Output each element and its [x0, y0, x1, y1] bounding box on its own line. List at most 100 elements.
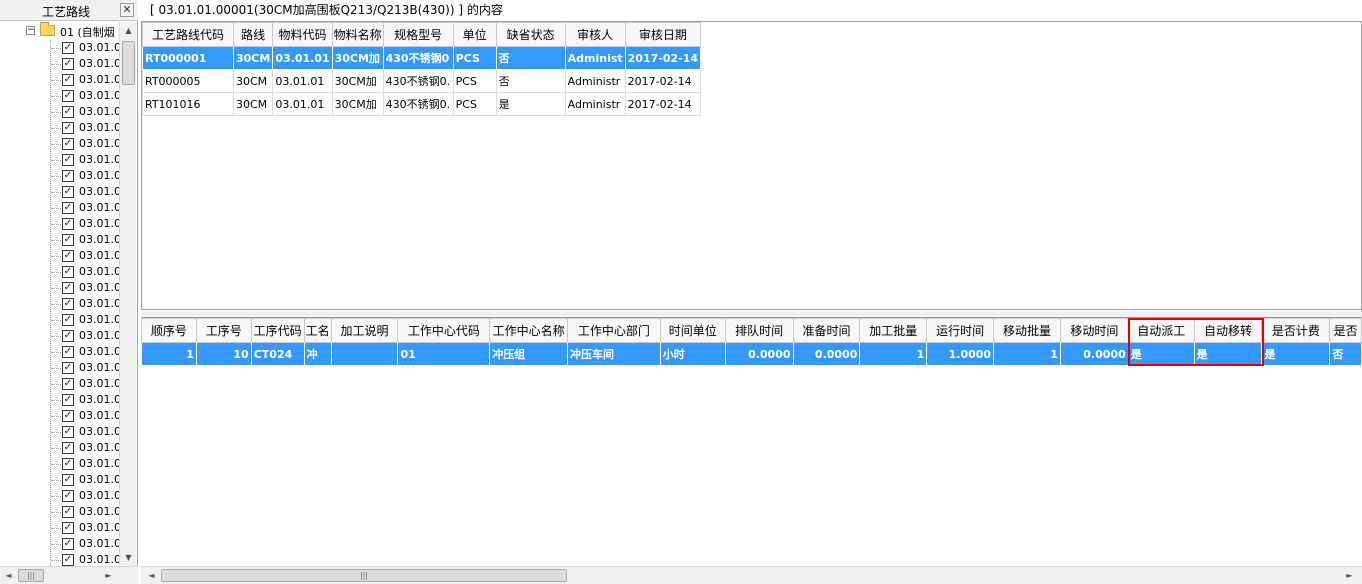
tree-item-label[interactable]: 03.01.0 [79, 457, 119, 470]
checkbox-checked-icon[interactable]: ✓ [62, 378, 74, 390]
table-cell[interactable]: Administr [564, 92, 626, 116]
tree-item-label[interactable]: 03.01.0 [79, 201, 119, 214]
table-cell[interactable]: 否 [495, 69, 566, 93]
tree-item-label[interactable]: 03.01.0 [79, 105, 119, 118]
table-cell[interactable]: RT000005 [142, 69, 234, 93]
tree-vertical-scrollbar[interactable]: ▲ ▼ [119, 22, 136, 566]
checkbox-checked-icon[interactable]: ✓ [62, 490, 74, 502]
tree-item[interactable]: ✓ 03.01.0 [0, 328, 119, 344]
table-cell[interactable]: 1 [859, 342, 928, 366]
tree-item[interactable]: ✓ 03.01.0 [0, 232, 119, 248]
table-cell[interactable]: 冲压组 [489, 342, 569, 366]
table-cell[interactable]: 30CM加 [331, 69, 384, 93]
tree-item-label[interactable]: 03.01.0 [79, 553, 119, 566]
checkbox-checked-icon[interactable]: ✓ [62, 458, 74, 470]
tree-item-label[interactable]: 03.01.0 [79, 441, 119, 454]
top-column-header[interactable]: 规格型号 [382, 22, 454, 47]
tree-root-label[interactable]: 01 (自制烟 [60, 24, 115, 40]
bottom-column-header[interactable]: 是否 [1329, 318, 1362, 343]
tree-item[interactable]: ✓ 03.01.0 [0, 536, 119, 552]
table-cell[interactable]: 10 [195, 342, 252, 366]
checkbox-checked-icon[interactable]: ✓ [62, 362, 74, 374]
tree-item[interactable]: ✓ 03.01.0 [0, 424, 119, 440]
table-cell[interactable]: 1.0000 [926, 342, 995, 366]
table-cell[interactable]: 2017-02-14 [624, 92, 702, 116]
collapse-icon[interactable]: − [26, 26, 35, 35]
table-cell[interactable]: 03.01.01 [272, 69, 333, 93]
checkbox-checked-icon[interactable]: ✓ [62, 538, 74, 550]
tree-item-label[interactable]: 03.01.0 [79, 233, 119, 246]
tree-item[interactable]: ✓ 03.01.0 [0, 88, 119, 104]
tree-item-label[interactable]: 03.01.0 [79, 473, 119, 486]
table-cell[interactable]: RT000001 [142, 46, 234, 70]
bottom-column-header[interactable]: 移动批量 [993, 318, 1061, 343]
table-row[interactable]: RT101016 30CM 03.01.01 30CM加 430不锈钢0. PCS 是 Adm… [142, 92, 702, 116]
bottom-column-header[interactable]: 顺序号 [141, 318, 197, 343]
tree-item[interactable]: ✓ 03.01.0 [0, 520, 119, 536]
tree-item[interactable]: ✓ 03.01.0 [0, 200, 119, 216]
tree-root-node[interactable]: − 01 (自制烟 [0, 22, 119, 40]
tree-item[interactable]: ✓ 03.01.0 [0, 344, 119, 360]
checkbox-checked-icon[interactable]: ✓ [62, 410, 74, 422]
table-cell[interactable]: 1 [993, 342, 1061, 366]
checkbox-checked-icon[interactable]: ✓ [62, 346, 74, 358]
table-cell[interactable]: 0.0000 [724, 342, 794, 366]
tree-horizontal-scroll-thumb[interactable]: ||| [18, 569, 44, 582]
table-cell[interactable]: 是 [1127, 342, 1195, 366]
table-cell[interactable]: 30CM加 [331, 92, 384, 116]
checkbox-checked-icon[interactable]: ✓ [62, 426, 74, 438]
checkbox-checked-icon[interactable]: ✓ [62, 442, 74, 454]
tree-item-label[interactable]: 03.01.0 [79, 249, 119, 262]
checkbox-checked-icon[interactable]: ✓ [62, 282, 74, 294]
table-cell[interactable]: 冲 [303, 342, 332, 366]
tree-item-label[interactable]: 03.01.0 [79, 57, 119, 70]
table-cell[interactable]: 是 [495, 92, 566, 116]
tree-item-label[interactable]: 03.01.0 [79, 41, 119, 54]
table-cell[interactable]: 430不锈钢0. [382, 92, 454, 116]
tree-item-label[interactable]: 03.01.0 [79, 425, 119, 438]
tree-item-label[interactable]: 03.01.0 [79, 489, 119, 502]
checkbox-checked-icon[interactable]: ✓ [62, 154, 74, 166]
bottom-column-header[interactable]: 工作中心名称 [489, 318, 569, 343]
checkbox-checked-icon[interactable]: ✓ [62, 554, 74, 566]
tree-item[interactable]: ✓ 03.01.0 [0, 40, 119, 56]
tree-item[interactable]: ✓ 03.01.0 [0, 408, 119, 424]
tree-item[interactable]: ✓ 03.01.0 [0, 152, 119, 168]
checkbox-checked-icon[interactable]: ✓ [62, 506, 74, 518]
bottom-column-header[interactable]: 加工批量 [859, 318, 928, 343]
table-cell[interactable]: 冲压车间 [567, 342, 661, 366]
tree-item-label[interactable]: 03.01.0 [79, 73, 119, 86]
table-row[interactable]: 1 10 CT024 冲 01 冲压组 冲压车间 小时 0.0000 0.0000 1 1.0000 1… [141, 342, 1362, 366]
tree-item[interactable]: ✓ 03.01.0 [0, 104, 119, 120]
checkbox-checked-icon[interactable]: ✓ [62, 394, 74, 406]
tree-item[interactable]: ✓ 03.01.0 [0, 216, 119, 232]
bottom-column-header[interactable]: 工作中心部门 [567, 318, 661, 343]
tree-item[interactable]: ✓ 03.01.0 [0, 56, 119, 72]
table-cell[interactable] [330, 342, 399, 366]
table-cell[interactable]: 小时 [659, 342, 726, 366]
tree-item[interactable]: ✓ 03.01.0 [0, 184, 119, 200]
tree-item[interactable]: ✓ 03.01.0 [0, 504, 119, 520]
table-cell[interactable]: 30CM [232, 69, 274, 93]
tree-vertical-scroll-thumb[interactable] [122, 41, 135, 85]
bottom-column-header[interactable]: 时间单位 [659, 318, 726, 343]
table-cell[interactable]: 2017-02-14 [624, 46, 702, 70]
bottom-column-header[interactable]: 移动时间 [1059, 318, 1129, 343]
bottom-column-header[interactable]: 运行时间 [926, 318, 995, 343]
bottom-column-header[interactable]: 自动移转 [1193, 318, 1263, 343]
top-column-header[interactable]: 路线 [232, 22, 274, 47]
table-cell[interactable]: 2017-02-14 [624, 69, 702, 93]
tree-item[interactable]: ✓ 03.01.0 [0, 296, 119, 312]
bottom-column-header[interactable]: 加工说明 [330, 318, 399, 343]
table-cell[interactable]: 30CM加 [331, 46, 384, 70]
table-cell[interactable]: PCS [452, 46, 497, 70]
checkbox-checked-icon[interactable]: ✓ [62, 74, 74, 86]
table-cell[interactable]: Administr [564, 69, 626, 93]
tree-item[interactable]: ✓ 03.01.0 [0, 280, 119, 296]
tree-item-label[interactable]: 03.01.0 [79, 361, 119, 374]
table-cell[interactable]: 否 [495, 46, 566, 70]
table-row[interactable]: RT000005 30CM 03.01.01 30CM加 430不锈钢0. PCS 否 Adm… [142, 69, 702, 93]
bottom-column-header[interactable]: 工作中心代码 [397, 318, 491, 343]
tree-item-label[interactable]: 03.01.0 [79, 409, 119, 422]
checkbox-checked-icon[interactable]: ✓ [62, 122, 74, 134]
